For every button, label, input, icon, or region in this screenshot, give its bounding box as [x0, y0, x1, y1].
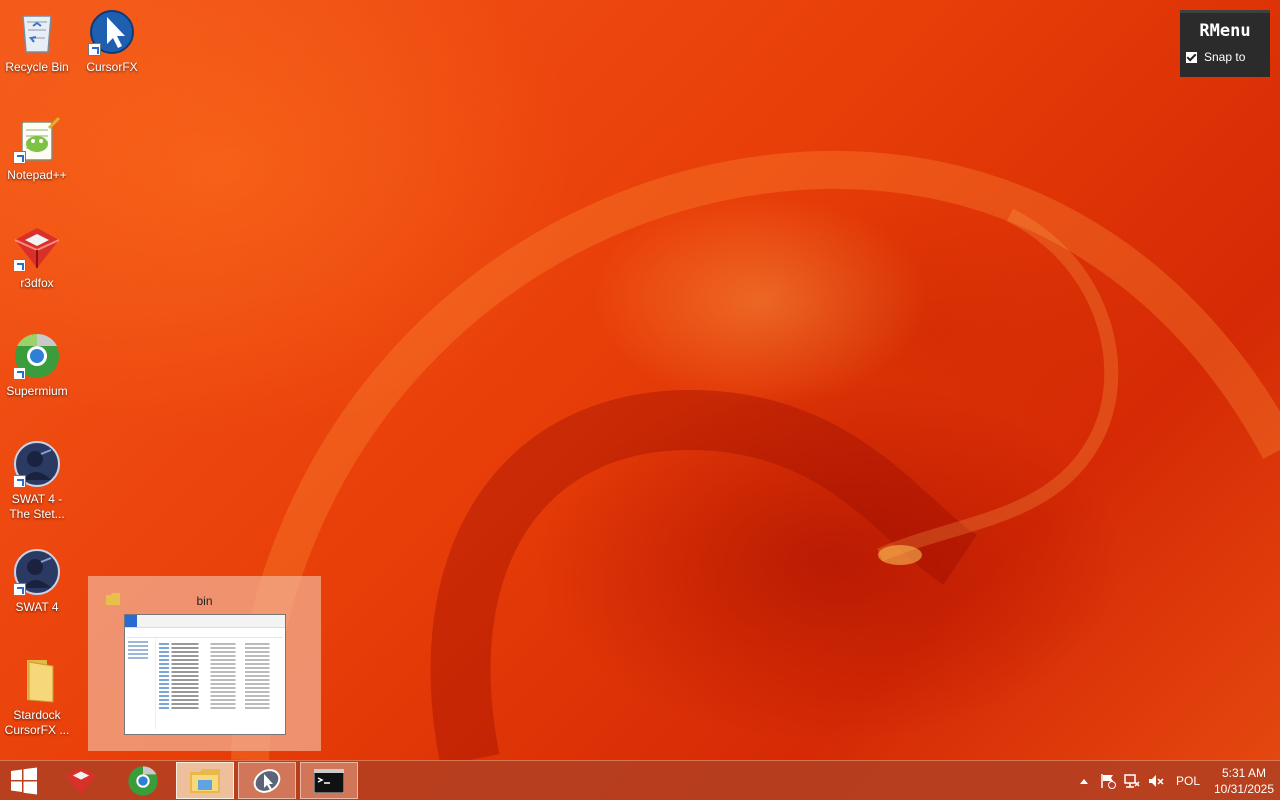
recycle-bin-icon — [22, 15, 52, 53]
desktop-icon-label: SWAT 4 — [15, 600, 59, 614]
rmenu-title: RMenu — [1199, 21, 1251, 41]
taskbar-command-prompt[interactable] — [300, 762, 358, 799]
volume-button[interactable] — [1144, 761, 1168, 800]
shortcut-arrow-icon — [13, 367, 26, 380]
thumb-ribbon — [125, 615, 285, 628]
desktop-icon-supermium[interactable]: Supermium — [0, 332, 74, 399]
desktop-icon-stardock-folder[interactable]: Stardock CursorFX ... — [0, 656, 74, 738]
snap-to-checkbox[interactable] — [1186, 51, 1197, 63]
desktop-icon-notepadpp[interactable]: Notepad++ — [0, 116, 74, 183]
network-button[interactable] — [1120, 761, 1144, 800]
action-center-button[interactable] — [1096, 761, 1120, 800]
thumb-body — [125, 639, 285, 729]
chevron-up-icon — [1080, 778, 1088, 784]
snap-to-label: Snap to — [1204, 50, 1246, 64]
desktop-icon-label: CursorFX — [86, 60, 138, 74]
clock-time: 5:31 AM — [1221, 765, 1267, 780]
desktop-icon-swat4-tss[interactable]: SWAT 4 - The Stet... — [0, 440, 74, 522]
show-hidden-icons-button[interactable] — [1072, 761, 1096, 800]
desktop-icon-label: Recycle Bin — [5, 60, 69, 74]
cmd-icon — [314, 768, 344, 793]
windows-logo-icon — [11, 767, 37, 794]
file-explorer-icon — [190, 768, 220, 793]
shortcut-arrow-icon — [13, 151, 26, 164]
rmenu-widget: RMenu Snap to — [1180, 10, 1270, 77]
shortcut-arrow-icon — [13, 475, 26, 488]
shortcut-arrow-icon — [13, 259, 26, 272]
desktop-icon-cursorfx[interactable]: CursorFX — [75, 8, 149, 75]
desktop-icon-r3dfox[interactable]: r3dfox — [0, 224, 74, 291]
folder-icon — [27, 660, 54, 703]
volume-muted-icon — [1149, 774, 1164, 787]
desktop-icon-label: Stardock CursorFX ... — [4, 708, 70, 737]
thumb-nav-pane — [125, 639, 156, 729]
taskbar-file-explorer[interactable] — [176, 762, 234, 799]
shortcut-arrow-icon — [88, 43, 101, 56]
thumb-file-list — [156, 639, 285, 729]
desktop-icon-label: Notepad++ — [7, 168, 67, 182]
taskbar-supermium[interactable] — [114, 762, 172, 799]
preview-window-title: bin — [196, 594, 213, 608]
clock-date: 10/31/2025 — [1213, 781, 1275, 796]
action-center-flag-icon — [1101, 773, 1116, 789]
preview-window-thumbnail[interactable] — [124, 614, 286, 735]
taskbar-thumbnail-preview[interactable]: bin — [88, 576, 321, 751]
input-language-indicator[interactable]: POL — [1168, 761, 1208, 800]
snap-to-checkbox-row[interactable]: Snap to — [1186, 50, 1270, 64]
taskbar-r3dfox[interactable] — [52, 762, 110, 799]
start-button[interactable] — [0, 762, 48, 799]
taskbar: POL 5:31 AM 10/31/2025 — [0, 760, 1280, 800]
desktop-icon-recycle-bin[interactable]: Recycle Bin — [0, 8, 74, 75]
desktop-icon-label: Supermium — [6, 384, 68, 398]
supermium-icon — [128, 765, 158, 796]
desktop-icon-label: r3dfox — [20, 276, 54, 290]
clock[interactable]: 5:31 AM 10/31/2025 — [1208, 761, 1280, 800]
taskbar-cursorfx[interactable] — [238, 762, 296, 799]
system-tray: POL 5:31 AM 10/31/2025 — [1072, 761, 1280, 800]
desktop-icon-swat4[interactable]: SWAT 4 — [0, 548, 74, 615]
r3dfox-icon — [66, 766, 96, 795]
desktop-icon-label: SWAT 4 - The Stet... — [9, 492, 65, 521]
shortcut-arrow-icon — [13, 583, 26, 596]
cursorfx-app-icon — [253, 768, 281, 793]
thumb-address-bar — [127, 629, 283, 638]
network-icon — [1124, 773, 1140, 788]
